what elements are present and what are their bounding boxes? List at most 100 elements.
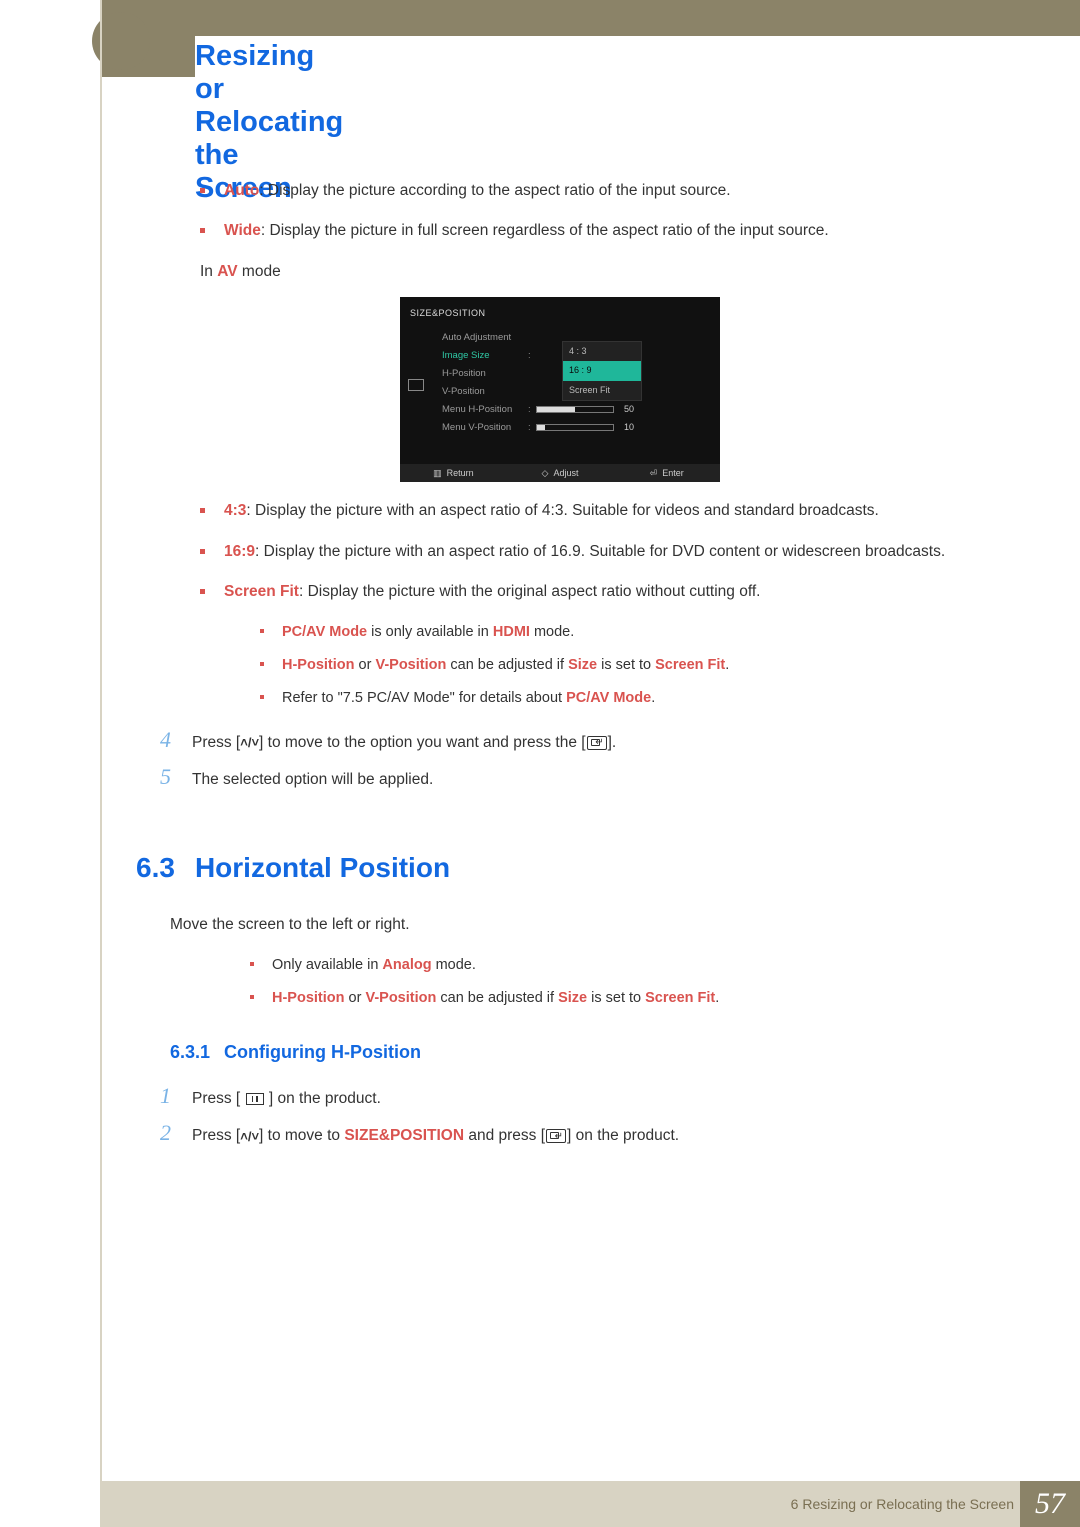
term: Wide xyxy=(224,222,261,239)
keyword: Size xyxy=(558,990,587,1006)
text: is set to xyxy=(587,990,645,1006)
updown-icon: ◇ xyxy=(542,467,549,480)
mode-name: AV xyxy=(217,263,237,280)
keyword: Analog xyxy=(382,957,431,973)
keyword: SIZE&POSITION xyxy=(344,1127,464,1144)
osd-item: Menu V-Position xyxy=(408,421,528,435)
osd-item: Menu H-Position xyxy=(408,403,528,417)
term: Auto xyxy=(224,182,259,199)
step-4: 4 Press [˄/˅] to move to the option you … xyxy=(160,729,1020,754)
note-item: Refer to "7.5 PC/AV Mode" for details ab… xyxy=(260,688,1020,709)
updown-icon: ˄/˅ xyxy=(240,1130,259,1143)
text: Press [ xyxy=(192,734,240,751)
osd-item: V-Position xyxy=(408,385,528,399)
enter-icon xyxy=(546,1129,566,1143)
keyword: Screen Fit xyxy=(655,657,725,673)
osd-title: SIZE&POSITION xyxy=(408,303,712,328)
menu-icon xyxy=(246,1093,264,1105)
text: Press [ xyxy=(192,1090,245,1107)
osd-footer-label: Enter xyxy=(662,467,684,480)
text: Only available in xyxy=(272,957,382,973)
osd-item: H-Position xyxy=(408,367,528,381)
list-item: Auto: Display the picture according to t… xyxy=(200,180,1020,202)
osd-footer-label: Adjust xyxy=(553,467,578,480)
text: ]. xyxy=(608,734,617,751)
notes-list: PC/AV Mode is only available in HDMI mod… xyxy=(260,622,1020,709)
step-1: 1 Press [ ] on the product. xyxy=(160,1085,1020,1110)
list-item: 4:3: Display the picture with an aspect … xyxy=(200,500,1020,522)
keyword: V-Position xyxy=(365,990,436,1006)
keyword: H-Position xyxy=(272,990,345,1006)
notes-list-63: Only available in Analog mode. H-Positio… xyxy=(250,955,1020,1009)
text: mode. xyxy=(432,957,476,973)
text: . xyxy=(651,690,655,706)
subsection-title: Configuring H-Position xyxy=(224,1039,421,1065)
menu-icon: ▥ xyxy=(433,467,442,480)
osd-option: 4 : 3 xyxy=(563,342,641,361)
osd-item-active: Image Size xyxy=(408,349,528,363)
step-text: The selected option will be applied. xyxy=(192,766,1020,791)
osd-value: 10 xyxy=(624,421,634,434)
text: Press [ xyxy=(192,1127,240,1144)
osd-dropdown: 4 : 3 16 : 9 Screen Fit xyxy=(562,341,642,400)
step-5: 5 The selected option will be applied. xyxy=(160,766,1020,791)
list-item: Screen Fit: Display the picture with the… xyxy=(200,581,1020,603)
steps-continuation: 4 Press [˄/˅] to move to the option you … xyxy=(160,729,1020,792)
note-item: H-Position or V-Position can be adjusted… xyxy=(250,988,1020,1009)
definition: : Display the picture with the original … xyxy=(299,583,761,600)
section-number: 6.3 xyxy=(136,848,175,889)
osd-category-icon xyxy=(408,379,424,391)
osd-option-selected: 16 : 9 xyxy=(563,361,641,380)
steps-631: 1 Press [ ] on the product. 2 Press [˄/˅… xyxy=(160,1085,1020,1148)
text: Refer to "7.5 PC/AV Mode" for details ab… xyxy=(282,690,566,706)
note-item: Only available in Analog mode. xyxy=(250,955,1020,976)
osd-footer: ▥Return ◇Adjust ⏎Enter xyxy=(400,464,720,482)
enter-icon xyxy=(587,736,607,750)
updown-icon: ˄/˅ xyxy=(240,736,259,749)
section-intro: Move the screen to the left or right. xyxy=(170,914,1020,936)
footer-page-box: 57 xyxy=(1020,1481,1080,1527)
step-number: 4 xyxy=(160,729,192,754)
in-av-mode-line: In AV mode xyxy=(200,261,1020,283)
text: . xyxy=(715,990,719,1006)
step-text: Press [˄/˅] to move to the option you wa… xyxy=(192,729,1020,754)
keyword: PC/AV Mode xyxy=(282,624,367,640)
step-number: 2 xyxy=(160,1122,192,1147)
step-number: 5 xyxy=(160,766,192,791)
keyword: V-Position xyxy=(375,657,446,673)
keyword: Size xyxy=(568,657,597,673)
term: 16:9 xyxy=(224,543,255,560)
keyword: PC/AV Mode xyxy=(566,690,651,706)
definition: : Display the picture according to the a… xyxy=(259,182,730,199)
term: Screen Fit xyxy=(224,583,299,600)
step-number: 1 xyxy=(160,1085,192,1110)
content-area: Auto: Display the picture according to t… xyxy=(100,180,1020,1160)
definition: : Display the picture with an aspect rat… xyxy=(255,543,945,560)
text: or xyxy=(345,990,366,1006)
list-item: 16:9: Display the picture with an aspect… xyxy=(200,541,1020,563)
step-text: Press [˄/˅] to move to SIZE&POSITION and… xyxy=(192,1122,1020,1147)
page-footer: 6 Resizing or Relocating the Screen 57 xyxy=(100,1481,1080,1527)
osd-item: Auto Adjustment xyxy=(408,331,528,345)
text: can be adjusted if xyxy=(446,657,568,673)
text: ] to move to the option you want and pre… xyxy=(259,734,586,751)
aspect-list-av: 4:3: Display the picture with an aspect … xyxy=(200,500,1020,603)
osd-screenshot: SIZE&POSITION Auto Adjustment Image Size… xyxy=(400,297,720,482)
text: . xyxy=(725,657,729,673)
definition: : Display the picture with an aspect rat… xyxy=(246,502,878,519)
keyword: HDMI xyxy=(493,624,530,640)
text: is only available in xyxy=(367,624,493,640)
text: mode. xyxy=(530,624,574,640)
subsection-6-3-1-heading: 6.3.1 Configuring H-Position xyxy=(170,1039,1020,1065)
enter-icon: ⏎ xyxy=(650,467,658,480)
subsection-number: 6.3.1 xyxy=(170,1039,210,1065)
term: 4:3 xyxy=(224,502,246,519)
page-number: 57 xyxy=(1035,1487,1065,1521)
text: In xyxy=(200,263,217,280)
list-item: Wide: Display the picture in full screen… xyxy=(200,220,1020,242)
section-title: Horizontal Position xyxy=(195,848,450,889)
step-2: 2 Press [˄/˅] to move to SIZE&POSITION a… xyxy=(160,1122,1020,1147)
osd-slider xyxy=(536,406,614,413)
text: or xyxy=(355,657,376,673)
osd-slider xyxy=(536,424,614,431)
